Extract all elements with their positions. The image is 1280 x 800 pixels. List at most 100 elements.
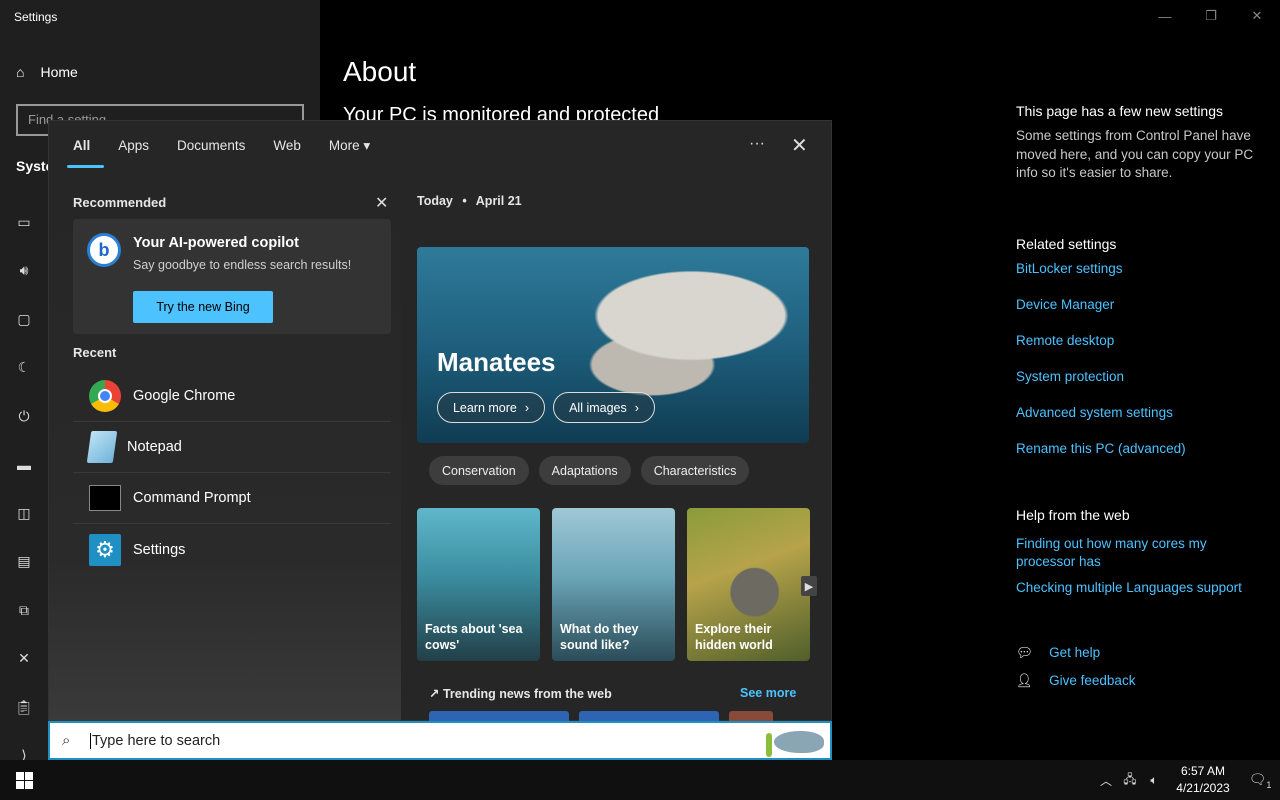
focus-assist-icon[interactable]: ☾ xyxy=(14,358,34,378)
storage-icon[interactable]: ◫ xyxy=(14,503,34,523)
recent-item-settings[interactable]: ⚙ Settings xyxy=(73,524,391,575)
volume-icon[interactable]: 🔈︎ xyxy=(1142,773,1166,788)
tab-more-label: More xyxy=(328,138,360,153)
clipboard-icon[interactable]: 📋︎ xyxy=(14,697,34,717)
trending-label: Trending news from the web xyxy=(442,687,612,701)
link-rename-pc[interactable]: Rename this PC (advanced) xyxy=(1016,441,1266,456)
copilot-subtitle: Say goodbye to endless search results! xyxy=(133,258,352,272)
maximize-icon[interactable]: ❐ xyxy=(1188,0,1234,32)
chevron-right-icon: › xyxy=(634,400,639,415)
multitasking-icon[interactable]: ⧉ xyxy=(14,600,34,620)
tab-more[interactable]: More ▾ xyxy=(329,138,370,154)
link-bitlocker[interactable]: BitLocker settings xyxy=(1016,261,1266,276)
tab-web[interactable]: Web xyxy=(273,138,301,154)
taskbar-search-box[interactable]: ⌕ Type here to search xyxy=(48,721,832,760)
tablet-icon[interactable]: ▤ xyxy=(14,552,34,572)
link-languages[interactable]: Checking multiple Languages support xyxy=(1016,580,1266,595)
start-windows-icon[interactable] xyxy=(16,772,33,789)
display-icon[interactable]: ▭ xyxy=(14,212,34,232)
projecting-icon[interactable]: ✕ xyxy=(14,649,34,669)
window-controls: — ❐ ✕ xyxy=(1142,0,1280,32)
chip-characteristics[interactable]: Characteristics xyxy=(640,456,750,485)
clock-date: 4/21/2023 xyxy=(1176,781,1230,795)
gear-icon: ⚙ xyxy=(89,533,121,566)
learn-more-label: Learn more xyxy=(452,400,517,415)
power-icon[interactable]: ⏻ xyxy=(14,406,34,426)
chevron-right-icon: › xyxy=(524,400,530,415)
see-more-link[interactable]: See more xyxy=(740,686,796,700)
link-remote-desktop[interactable]: Remote desktop xyxy=(1016,333,1266,348)
recent-item-label: Notepad xyxy=(127,439,182,455)
hero-card[interactable]: Manatees Learn more › All images › xyxy=(417,247,809,443)
close-window-icon[interactable]: ✕ xyxy=(1234,0,1280,32)
bing-logo-icon: b xyxy=(87,233,121,267)
network-icon[interactable]: 🖧︎ xyxy=(1118,770,1142,791)
hero-title: Manatees xyxy=(437,347,556,377)
trending-icon: ↗ xyxy=(429,687,440,701)
minimize-icon[interactable]: — xyxy=(1142,0,1188,32)
window-title: Settings xyxy=(14,10,58,24)
command-prompt-icon xyxy=(89,485,121,511)
sidebar-icons: ▭ 🔊︎ ▢ ☾ ⏻ ▬ ◫ ▤ ⧉ ✕ 📋︎ ⟩ xyxy=(14,212,34,794)
card-explore[interactable]: Explore their hidden world xyxy=(687,508,810,661)
get-help-link[interactable]: Get help xyxy=(1049,645,1100,660)
search-input[interactable]: Type here to search xyxy=(90,732,220,749)
tab-documents[interactable]: Documents xyxy=(177,138,245,154)
give-feedback-row[interactable]: 👤︎ Give feedback xyxy=(1016,673,1266,689)
close-icon[interactable]: ✕ xyxy=(791,133,808,158)
recent-item-command-prompt[interactable]: Command Prompt xyxy=(73,473,391,524)
sidebar-item-home[interactable]: ⌂ Home xyxy=(16,64,78,80)
system-tray: ︿ 🖧︎ 🔈︎ 6:57 AM 4/21/2023 🗨︎1 xyxy=(1094,760,1280,800)
notifications-icon[interactable]: ▢ xyxy=(14,309,34,329)
all-images-button[interactable]: All images › xyxy=(553,392,655,423)
notification-count: 1 xyxy=(1266,779,1272,790)
tab-all[interactable]: All xyxy=(66,138,105,168)
recent-item-chrome[interactable]: Google Chrome xyxy=(73,371,391,422)
taskbar: ︿ 🖧︎ 🔈︎ 6:57 AM 4/21/2023 🗨︎1 xyxy=(0,760,1280,800)
give-feedback-link[interactable]: Give feedback xyxy=(1049,673,1135,688)
clock-time: 6:57 AM xyxy=(1180,764,1226,778)
right-panel: This page has a few new settings Some se… xyxy=(1016,103,1266,689)
sound-icon[interactable]: 🔊︎ xyxy=(14,261,34,281)
chip-adaptations[interactable]: Adaptations xyxy=(538,456,631,485)
topic-chips: Conservation Adaptations Characteristics xyxy=(429,456,750,485)
get-help-row[interactable]: 💬︎ Get help xyxy=(1016,645,1266,661)
battery-icon[interactable]: ▬ xyxy=(14,455,34,475)
manatee-illustration-icon xyxy=(766,725,824,757)
chrome-icon xyxy=(89,380,121,412)
link-cores[interactable]: Finding out how many cores my processor … xyxy=(1016,535,1266,571)
recent-label: Recent xyxy=(73,345,117,360)
search-icon: ⌕ xyxy=(62,732,71,749)
recent-item-label: Google Chrome xyxy=(133,388,236,404)
link-device-manager[interactable]: Device Manager xyxy=(1016,297,1266,312)
tab-apps[interactable]: Apps xyxy=(118,138,149,154)
link-advanced-settings[interactable]: Advanced system settings xyxy=(1016,405,1266,420)
link-system-protection[interactable]: System protection xyxy=(1016,369,1266,384)
chip-conservation[interactable]: Conservation xyxy=(429,456,529,485)
card-facts[interactable]: Facts about 'sea cows' xyxy=(417,508,540,661)
card-caption: Explore their hidden world xyxy=(695,622,773,652)
home-label: Home xyxy=(40,64,78,80)
today-date: April 21 xyxy=(475,194,522,208)
learn-more-button[interactable]: Learn more › xyxy=(437,392,545,423)
card-sound[interactable]: What do they sound like? xyxy=(552,508,675,661)
recent-item-label: Command Prompt xyxy=(133,490,251,506)
page-title: About xyxy=(343,56,417,87)
recent-list: Google Chrome Notepad Command Prompt ⚙ S… xyxy=(73,371,391,575)
try-bing-button[interactable]: Try the new Bing xyxy=(133,291,273,323)
new-settings-text: Some settings from Control Panel have mo… xyxy=(1016,128,1254,180)
next-arrow-icon[interactable]: ▶ xyxy=(801,576,817,596)
notification-center-icon[interactable]: 🗨︎1 xyxy=(1240,771,1280,790)
dismiss-recommended-icon[interactable]: ✕ xyxy=(375,193,388,213)
recent-item-notepad[interactable]: Notepad xyxy=(73,422,391,473)
feedback-icon: 👤︎ xyxy=(1016,672,1034,688)
chevron-up-icon[interactable]: ︿ xyxy=(1094,772,1118,789)
more-options-icon[interactable]: ··· xyxy=(749,135,765,153)
new-settings-heading: This page has a few new settings xyxy=(1016,103,1224,119)
card-caption: Facts about 'sea cows' xyxy=(425,622,523,652)
clock[interactable]: 6:57 AM 4/21/2023 xyxy=(1166,763,1240,797)
help-heading: Help from the web xyxy=(1016,506,1130,523)
image-cards: Facts about 'sea cows' What do they soun… xyxy=(417,508,810,661)
copilot-title: Your AI-powered copilot xyxy=(133,235,299,251)
chevron-down-icon: ▾ xyxy=(363,138,371,153)
